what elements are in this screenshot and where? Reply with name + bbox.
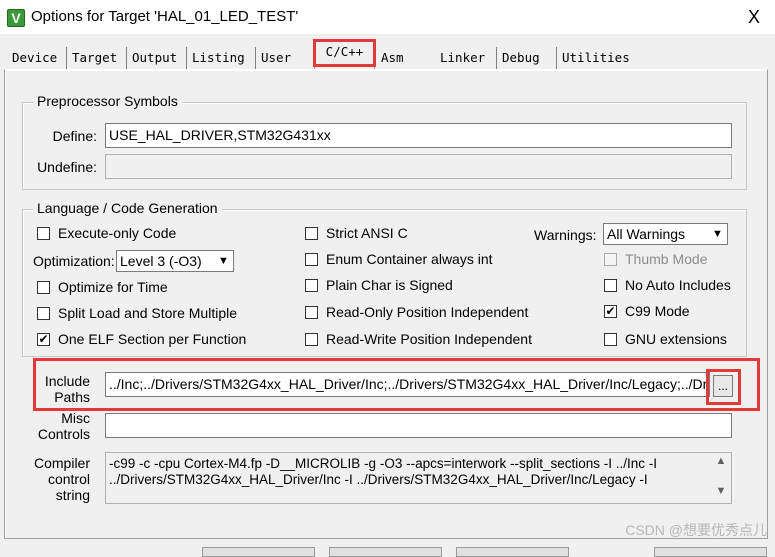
readwrite-pi-checkbox[interactable]: [305, 333, 318, 346]
include-paths-label: Include Paths: [30, 373, 90, 405]
define-label: Define:: [52, 128, 97, 144]
readonly-pi-label: Read-Only Position Independent: [326, 304, 529, 320]
undefine-label: Undefine:: [37, 159, 97, 175]
tab-utilities[interactable]: Utilities: [558, 47, 638, 69]
compiler-label-line1: Compiler: [33, 455, 90, 471]
chevron-down-icon: ▼: [709, 225, 726, 243]
compiler-label-line3: string: [55, 487, 90, 503]
compiler-scrollbar[interactable]: ▲ ▼: [712, 453, 730, 503]
compiler-line-2: ../Drivers/STM32G4xx_HAL_Driver/Inc -I .…: [109, 472, 648, 487]
gnu-extensions-checkbox[interactable]: [604, 333, 617, 346]
include-label-line2: Paths: [54, 389, 90, 405]
thumb-mode-label: Thumb Mode: [625, 251, 708, 267]
compiler-label-line2: control: [47, 471, 90, 487]
tab-device[interactable]: Device: [8, 47, 67, 69]
help-button[interactable]: [654, 547, 767, 557]
split-load-checkbox[interactable]: [37, 307, 50, 320]
strict-ansi-checkbox[interactable]: [305, 227, 318, 240]
warnings-label: Warnings:: [534, 227, 597, 243]
readwrite-pi-label: Read-Write Position Independent: [326, 331, 532, 347]
scroll-up-icon[interactable]: ▲: [712, 455, 730, 471]
tab-debug[interactable]: Debug: [498, 47, 557, 69]
one-elf-label: One ELF Section per Function: [58, 331, 247, 347]
misc-label-line1: Misc: [61, 410, 90, 426]
execute-only-label: Execute-only Code: [58, 225, 177, 241]
close-button[interactable]: X: [742, 5, 766, 29]
undefine-input[interactable]: [105, 154, 732, 179]
preprocessor-group-title: Preprocessor Symbols: [33, 93, 182, 109]
plain-char-checkbox[interactable]: [305, 279, 318, 292]
misc-label-line2: Controls: [37, 426, 90, 442]
tab-linker[interactable]: Linker: [436, 47, 497, 69]
tab-output[interactable]: Output: [128, 47, 187, 69]
tab-asm[interactable]: Asm: [377, 47, 434, 69]
cancel-button[interactable]: [329, 547, 442, 557]
one-elf-checkbox[interactable]: [37, 333, 50, 346]
misc-controls-input[interactable]: [105, 413, 732, 438]
misc-controls-label: Misc Controls: [30, 410, 90, 442]
thumb-mode-checkbox[interactable]: [604, 253, 617, 266]
define-input[interactable]: USE_HAL_DRIVER,STM32G431xx: [105, 123, 732, 148]
scroll-down-icon[interactable]: ▼: [712, 485, 730, 501]
gnu-extensions-label: GNU extensions: [625, 331, 727, 347]
no-auto-includes-checkbox[interactable]: [604, 279, 617, 292]
enum-container-label: Enum Container always int: [326, 251, 493, 267]
window-title: Options for Target 'HAL_01_LED_TEST': [31, 8, 299, 25]
optimization-value: Level 3 (-O3): [120, 253, 202, 269]
strict-ansi-label: Strict ANSI C: [326, 225, 408, 241]
optimize-time-label: Optimize for Time: [58, 279, 168, 295]
enum-container-checkbox[interactable]: [305, 253, 318, 266]
warnings-select[interactable]: All Warnings ▼: [603, 223, 728, 245]
tab-user[interactable]: User: [257, 47, 315, 69]
plain-char-label: Plain Char is Signed: [326, 277, 453, 293]
chevron-down-icon: ▼: [215, 252, 232, 270]
readonly-pi-checkbox[interactable]: [305, 306, 318, 319]
split-load-label: Split Load and Store Multiple: [58, 305, 237, 321]
title-bar: V Options for Target 'HAL_01_LED_TEST' X: [0, 0, 775, 34]
optimization-select[interactable]: Level 3 (-O3) ▼: [116, 250, 234, 272]
compiler-line-1: -c99 -c -cpu Cortex-M4.fp -D__MICROLIB -…: [109, 456, 658, 471]
c99-mode-checkbox[interactable]: [604, 305, 617, 318]
execute-only-checkbox[interactable]: [37, 227, 50, 240]
tab-cpp[interactable]: C/C++: [314, 39, 375, 69]
optimization-label: Optimization:: [33, 253, 115, 269]
tab-listing[interactable]: Listing: [188, 47, 256, 69]
warnings-value: All Warnings: [607, 226, 686, 242]
include-paths-browse-button[interactable]: ...: [713, 375, 733, 397]
csdn-watermark: CSDN @想要优秀点儿: [625, 522, 767, 538]
compiler-control-label: Compiler control string: [30, 455, 90, 503]
tab-target[interactable]: Target: [68, 47, 127, 69]
language-group-title: Language / Code Generation: [33, 200, 222, 216]
keil-app-icon: V: [7, 9, 25, 27]
no-auto-includes-label: No Auto Includes: [625, 277, 731, 293]
include-label-line1: Include: [44, 373, 90, 389]
optimize-time-checkbox[interactable]: [37, 281, 50, 294]
ok-button[interactable]: [202, 547, 315, 557]
c99-mode-label: C99 Mode: [625, 303, 690, 319]
compiler-control-string[interactable]: -c99 -c -cpu Cortex-M4.fp -D__MICROLIB -…: [105, 452, 732, 504]
defaults-button[interactable]: [456, 547, 569, 557]
include-paths-input[interactable]: ../Inc;../Drivers/STM32G4xx_HAL_Driver/I…: [105, 372, 710, 397]
tab-strip: Device Target Output Listing User C/C++ …: [8, 39, 768, 69]
